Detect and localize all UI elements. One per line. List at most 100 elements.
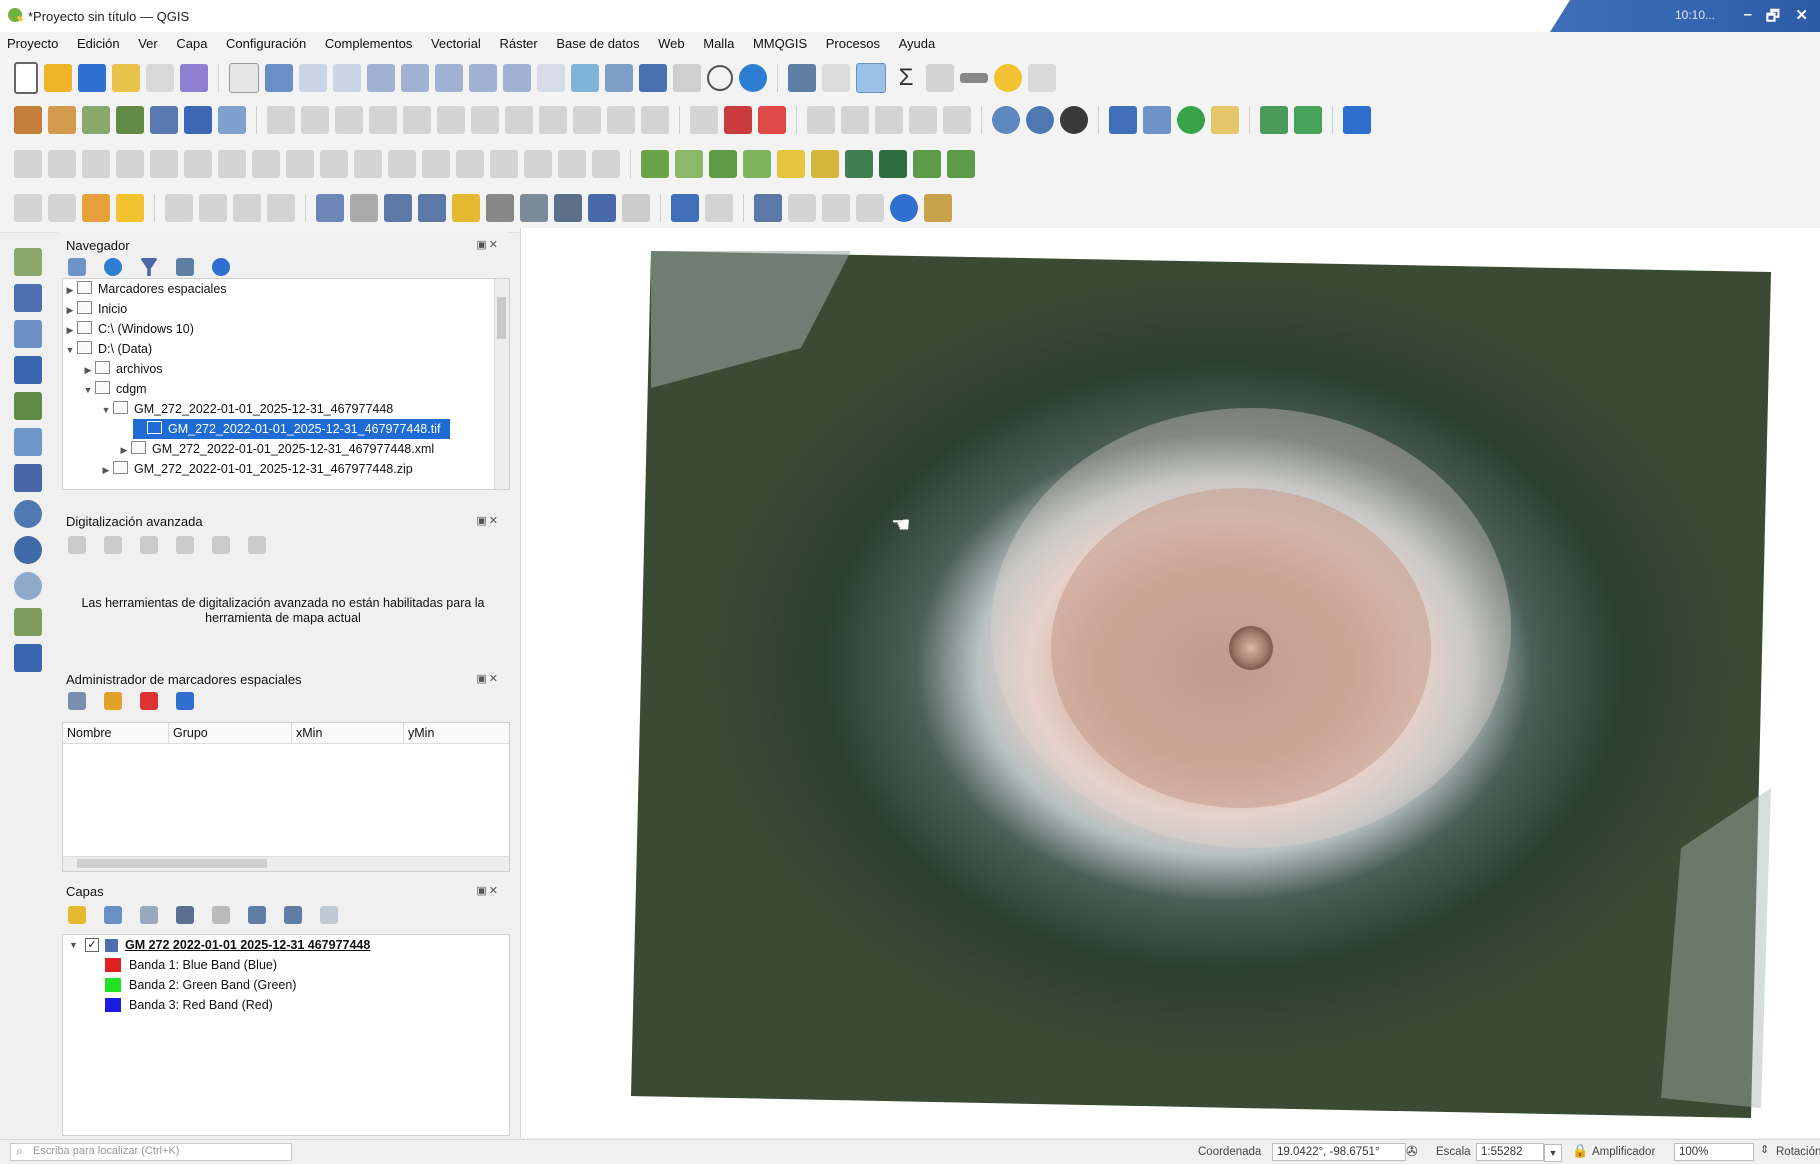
delete-part-icon[interactable] [320, 150, 348, 178]
style-manager-icon[interactable] [180, 64, 208, 92]
magnifier-field[interactable]: 100% [1674, 1143, 1754, 1161]
layout-manager-icon[interactable] [146, 64, 174, 92]
undo-icon[interactable] [607, 106, 635, 134]
split-parts-icon[interactable] [456, 150, 484, 178]
select-features-icon[interactable] [14, 194, 42, 222]
zoom-to-selection-icon[interactable] [401, 64, 429, 92]
attribute-table-icon[interactable] [822, 64, 850, 92]
scale-field[interactable]: 1:55282 [1476, 1143, 1544, 1161]
add-raster-icon[interactable] [184, 106, 212, 134]
add-point-cloud-icon[interactable] [947, 150, 975, 178]
menu-complementos[interactable]: Complementos [325, 32, 420, 51]
add-postgis-icon[interactable] [14, 464, 42, 492]
tree-scrollbar[interactable] [494, 279, 509, 489]
digitizing-trace-icon[interactable] [856, 194, 884, 222]
new-shapefile-icon[interactable] [82, 106, 110, 134]
html-annotation-icon[interactable] [199, 194, 227, 222]
menu-proyecto[interactable]: Proyecto [7, 32, 66, 51]
collapse-all-icon[interactable] [284, 906, 302, 924]
plugin-reload-icon[interactable] [1177, 106, 1205, 134]
show-bookmarks-icon[interactable] [673, 64, 701, 92]
add-spatialite-icon[interactable] [14, 428, 42, 456]
new-map-view-icon[interactable] [571, 64, 599, 92]
text-frame-icon[interactable] [554, 194, 582, 222]
add-part-icon[interactable] [218, 150, 246, 178]
new-geopackage-icon[interactable] [48, 106, 76, 134]
balloon-icon[interactable] [588, 194, 616, 222]
menu-web[interactable]: Web [658, 32, 693, 51]
raster-stretch-local-icon[interactable] [743, 150, 771, 178]
tree-item[interactable]: ▶ archivos [63, 359, 509, 379]
modify-attributes-icon[interactable] [437, 106, 465, 134]
move-annotation-icon[interactable] [267, 194, 295, 222]
vertex-tool-icon[interactable] [403, 106, 431, 134]
redo-icon[interactable] [641, 106, 669, 134]
move-feature-icon[interactable] [82, 150, 110, 178]
tree-item[interactable]: ▶ GM_272_2022-01-01_2025-12-31_467977448.… [63, 439, 509, 459]
raster-stretch-icon[interactable] [709, 150, 737, 178]
menu-malla[interactable]: Malla [703, 32, 742, 51]
split-features-icon[interactable] [422, 150, 450, 178]
increase-brightness-icon[interactable] [777, 150, 805, 178]
select-value-icon[interactable] [48, 194, 76, 222]
panel-float-close-icon[interactable]: ▣✕ [476, 672, 500, 685]
select-location-icon[interactable] [116, 194, 144, 222]
settings-icon[interactable] [248, 536, 266, 554]
svg-annotation-icon[interactable] [233, 194, 261, 222]
zoom-out-icon[interactable] [333, 64, 361, 92]
parallel-icon[interactable] [140, 536, 158, 554]
label-toolbar-icon[interactable] [690, 106, 718, 134]
menu-configuracion[interactable]: Configuración [226, 32, 314, 51]
decrease-brightness-icon[interactable] [811, 150, 839, 178]
field-calculator-icon[interactable] [926, 64, 954, 92]
lock-icon[interactable]: 🔒 [1572, 1143, 1588, 1159]
menu-vectorial[interactable]: Vectorial [431, 32, 489, 51]
menu-ver[interactable]: Ver [138, 32, 166, 51]
new-temp-layer-icon[interactable] [116, 106, 144, 134]
menu-capa[interactable]: Capa [176, 32, 215, 51]
annotation-text-icon[interactable] [316, 194, 344, 222]
menu-base-de-datos[interactable]: Base de datos [556, 32, 647, 51]
pin-labels-icon[interactable] [807, 106, 835, 134]
column-ymin[interactable]: yMin [403, 723, 434, 743]
tree-item-selected[interactable]: GM_272_2022-01-01_2025-12-31_467977448.t… [133, 419, 451, 439]
filter-icon[interactable] [140, 258, 158, 276]
save-icon[interactable] [78, 64, 106, 92]
refresh-icon[interactable] [739, 64, 767, 92]
zoom-in-icon[interactable] [299, 64, 327, 92]
topology-checker-icon[interactable] [822, 194, 850, 222]
delete-ring-icon[interactable] [286, 150, 314, 178]
add-mesh-layer-icon[interactable] [14, 320, 42, 348]
rotate-symbols-icon[interactable] [558, 150, 586, 178]
map-canvas[interactable]: ☚ [520, 228, 1820, 1138]
save-edits-icon[interactable] [335, 106, 363, 134]
zoom-next-icon[interactable] [537, 64, 565, 92]
add-virtual-layer-icon[interactable] [150, 106, 178, 134]
offset-curve-icon[interactable] [388, 150, 416, 178]
add-table-icon[interactable] [14, 644, 42, 672]
pointer-text-icon[interactable] [520, 194, 548, 222]
qgis2web-icon[interactable] [1294, 106, 1322, 134]
new-project-icon[interactable] [14, 62, 38, 94]
filter-legend-icon[interactable] [176, 906, 194, 924]
add-delimited-text-icon[interactable] [14, 356, 42, 384]
snap-angle-icon[interactable] [212, 536, 230, 554]
panel-float-close-icon[interactable]: ▣✕ [476, 884, 500, 897]
layer-name[interactable]: GM 272 2022-01-01 2025-12-31 467977448 [125, 935, 370, 955]
map-tips-icon[interactable] [994, 64, 1022, 92]
rotate-feature-icon[interactable] [116, 150, 144, 178]
geometry-checker-icon[interactable] [788, 194, 816, 222]
tree-item[interactable]: ▼ GM_272_2022-01-01_2025-12-31_467977448 [63, 399, 509, 419]
new-print-layout-icon[interactable] [112, 64, 140, 92]
add-selected-icon[interactable] [68, 258, 86, 276]
add-wms-icon[interactable] [14, 500, 42, 528]
offset-point-icon[interactable] [592, 150, 620, 178]
expand-all-icon[interactable] [248, 906, 266, 924]
georeferencer-icon[interactable] [754, 194, 782, 222]
add-wfs-icon[interactable] [14, 536, 42, 564]
enable-digitizing-icon[interactable] [68, 536, 86, 554]
info-icon[interactable] [890, 194, 918, 222]
construction-mode-icon[interactable] [104, 536, 122, 554]
tree-item[interactable]: ▶ GM_272_2022-01-01_2025-12-31_467977448.… [63, 459, 509, 479]
reshape-icon[interactable] [354, 150, 382, 178]
